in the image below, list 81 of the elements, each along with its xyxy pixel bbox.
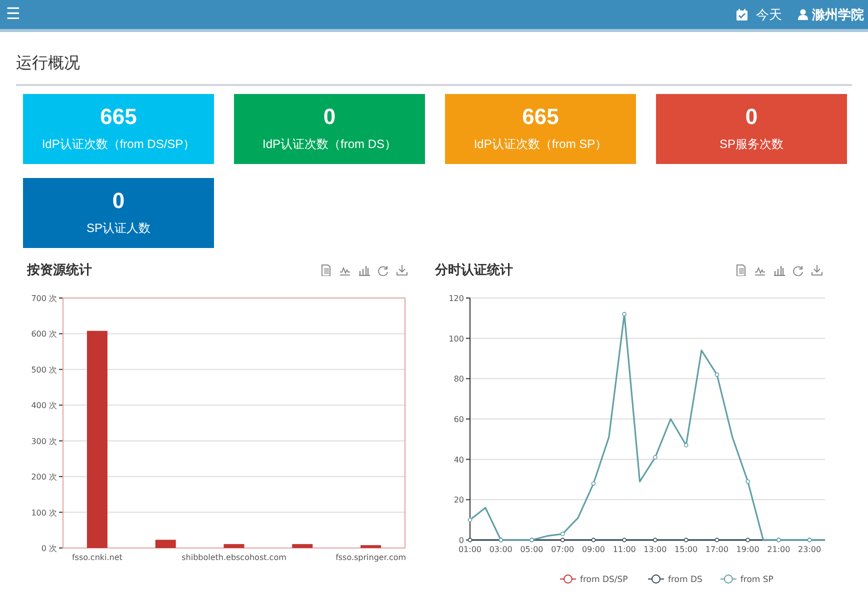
download-icon[interactable] [811,264,823,276]
axis-label: 19:00 [736,544,760,554]
legend-label: from DS/SP [580,574,628,584]
axis-label: fsso.springer.com [336,552,406,562]
stat-value: 0 [323,104,336,130]
point [746,537,750,542]
point [684,442,688,447]
axis-label: 120 [448,294,464,302]
stat-label: IdP认证次数（from SP） [474,136,608,154]
axis-label: 07:00 [551,544,574,554]
bar-chart-icon[interactable] [358,264,370,276]
axis-label: 600 次 [31,329,57,338]
download-icon[interactable] [396,264,408,276]
chart-title: 按资源统计 [27,261,92,279]
point [653,537,658,542]
menu-button[interactable]: ☰ [0,6,26,22]
axis-label: 300 次 [31,436,57,446]
point [622,311,627,316]
axis-label: 11:00 [612,544,636,554]
axis-label: 40 [454,454,464,464]
axis-label: 15:00 [674,544,698,554]
axis-label: fsso.cnki.net [72,552,122,562]
bar [360,544,382,548]
axis-label: 17:00 [705,544,728,554]
legend-item[interactable]: from DS/SP [560,574,628,584]
point [468,517,472,522]
axis-label: 0 [458,536,464,544]
page-title: 运行概况 [16,52,852,86]
point [591,480,596,486]
point [622,537,627,542]
calendar-icon [736,8,748,20]
stat-value: 0 [112,188,125,214]
point [653,454,658,460]
legend-label: from DS [668,574,702,584]
user-icon [798,9,808,20]
data-view-icon[interactable] [320,264,332,276]
point [591,537,596,542]
chart-title: 分时认证统计 [435,261,513,279]
axis-label: 05:00 [520,544,544,554]
bar-chart-icon[interactable] [773,264,785,276]
point [714,537,720,542]
axis-label: 700 次 [31,294,57,302]
bar [155,539,176,548]
axis-label: 500 次 [31,364,57,374]
point [746,478,750,484]
axis-label: 13:00 [644,544,667,554]
user-link[interactable]: 滁州学院 [798,4,864,24]
stat-value: 665 [100,104,137,130]
legend-item[interactable]: from SP [720,574,774,584]
axis-label: 20 [454,495,464,504]
axis-label: 23:00 [798,544,822,554]
axis-label: 21:00 [767,544,790,554]
point [560,531,565,536]
axis-label: 400 次 [31,400,57,410]
stat-value: 665 [522,104,559,130]
refresh-icon[interactable] [792,264,804,276]
axis-label: 0 次 [41,544,57,552]
point [560,537,565,542]
stat-value: 0 [745,104,758,130]
data-view-icon[interactable] [735,264,747,276]
bar [292,544,313,548]
today-link[interactable]: 今天 [736,4,782,24]
axis-label: 03:00 [489,544,512,554]
axis-label: 100 次 [31,508,57,517]
axis-label: 01:00 [458,544,482,554]
axis-label: 200 次 [31,472,57,482]
legend-label: from SP [740,574,774,584]
legend-item[interactable]: from DS [648,574,702,584]
axis-label: shibboleth.ebscohost.com [182,552,286,562]
stat-label: SP服务次数 [719,136,784,154]
refresh-icon[interactable] [377,264,389,276]
axis-label: 60 [454,414,464,424]
axis-label: 100 [448,334,464,343]
point [684,537,688,542]
point [714,372,720,376]
stat-label: SP认证人数 [86,220,150,238]
axis-label: 80 [454,374,464,384]
stat-label: IdP认证次数（from DS） [262,136,396,154]
bar [224,544,244,548]
stat-label: IdP认证次数（from DS/SP） [42,136,196,154]
axis-label: 09:00 [582,544,605,554]
